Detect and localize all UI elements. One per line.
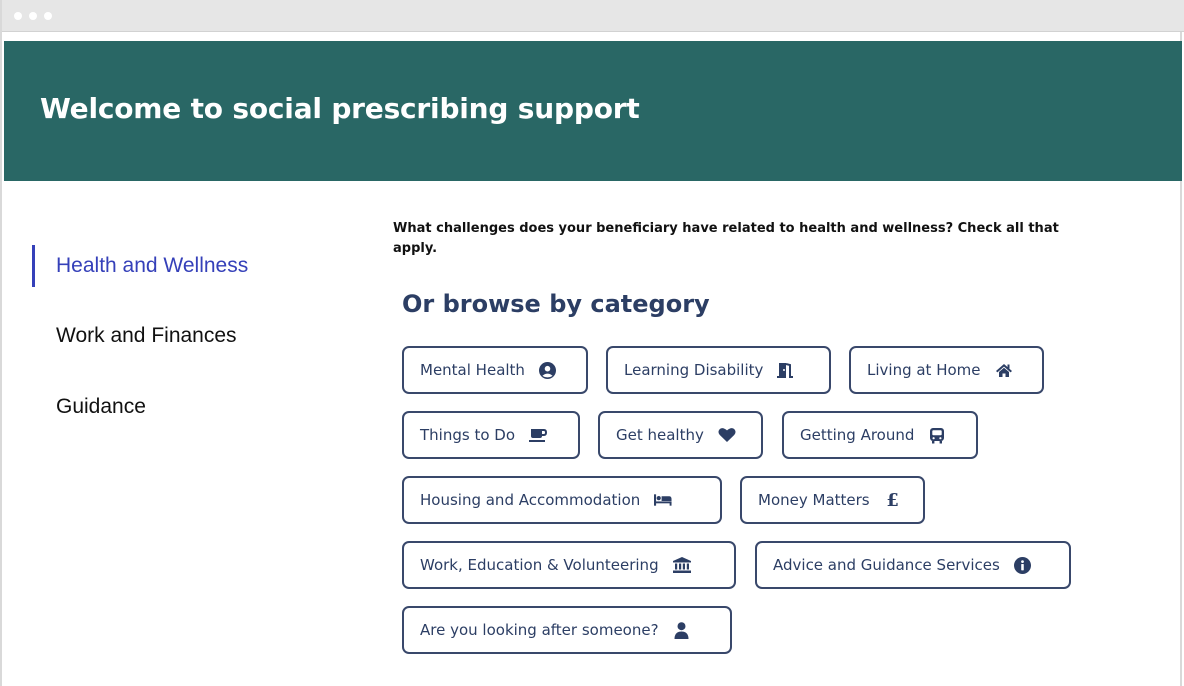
window-dot-close[interactable] bbox=[14, 12, 22, 20]
category-label: Advice and Guidance Services bbox=[773, 556, 1000, 574]
browse-heading: Or browse by category bbox=[402, 290, 710, 318]
door-icon bbox=[777, 361, 795, 379]
active-nav-indicator bbox=[32, 245, 35, 287]
bed-icon bbox=[654, 491, 672, 509]
category-learning-disability-button[interactable]: Learning Disability bbox=[606, 346, 831, 394]
coffee-icon bbox=[529, 426, 548, 444]
category-label: Are you looking after someone? bbox=[420, 621, 659, 639]
person-icon bbox=[673, 621, 691, 639]
page-title: Welcome to social prescribing support bbox=[40, 92, 640, 125]
category-living-at-home-button[interactable]: Living at Home bbox=[849, 346, 1044, 394]
category-label: Getting Around bbox=[800, 426, 915, 444]
category-label: Housing and Accommodation bbox=[420, 491, 641, 509]
question-prompt: What challenges does your beneficiary ha… bbox=[393, 221, 1059, 256]
category-label: Living at Home bbox=[867, 361, 981, 379]
home-icon bbox=[995, 361, 1013, 379]
bus-icon bbox=[928, 426, 946, 444]
sidebar-item-work-and-finances[interactable]: Work and Finances bbox=[56, 324, 237, 348]
pound-icon: £ bbox=[886, 489, 899, 511]
category-caring-for-someone-button[interactable]: Are you looking after someone? bbox=[402, 606, 732, 654]
user-circle-icon bbox=[539, 361, 557, 379]
browser-window: Welcome to social prescribing support He… bbox=[0, 0, 1184, 686]
category-mental-health-button[interactable]: Mental Health bbox=[402, 346, 588, 394]
category-label: Things to Do bbox=[420, 426, 516, 444]
category-label: Mental Health bbox=[420, 361, 525, 379]
category-getting-around-button[interactable]: Getting Around bbox=[782, 411, 978, 459]
category-work-education-volunteering-button[interactable]: Work, Education & Volunteering bbox=[402, 541, 736, 589]
category-get-healthy-button[interactable]: Get healthy bbox=[598, 411, 763, 459]
category-housing-and-accommodation-button[interactable]: Housing and Accommodation bbox=[402, 476, 722, 524]
window-dot-maximize[interactable] bbox=[44, 12, 52, 20]
category-advice-and-guidance-button[interactable]: Advice and Guidance Services bbox=[755, 541, 1071, 589]
category-label: Money Matters bbox=[758, 491, 870, 509]
heart-icon bbox=[718, 426, 736, 444]
window-titlebar bbox=[2, 0, 1184, 32]
window-dot-minimize[interactable] bbox=[29, 12, 37, 20]
category-label: Work, Education & Volunteering bbox=[420, 556, 659, 574]
category-money-matters-button[interactable]: Money Matters £ bbox=[740, 476, 925, 524]
category-label: Get healthy bbox=[616, 426, 704, 444]
header-banner: Welcome to social prescribing support bbox=[4, 41, 1182, 181]
info-icon bbox=[1014, 556, 1032, 574]
sidebar-item-health-and-wellness[interactable]: Health and Wellness bbox=[56, 254, 248, 278]
category-things-to-do-button[interactable]: Things to Do bbox=[402, 411, 580, 459]
category-label: Learning Disability bbox=[624, 361, 764, 379]
institution-icon bbox=[672, 556, 691, 574]
sidebar-item-guidance[interactable]: Guidance bbox=[56, 395, 146, 419]
